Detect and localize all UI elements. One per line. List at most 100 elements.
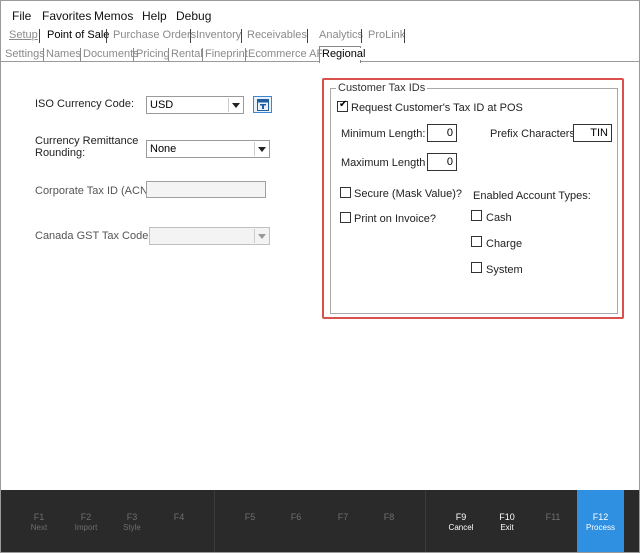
gst-tax-code-label: Canada GST Tax Code: [35,230,152,242]
customer-tax-title: Customer Tax IDs [336,82,428,94]
min-length-input[interactable]: 0 [427,124,457,142]
print-on-invoice-checkbox[interactable] [340,212,351,223]
menu-memos[interactable]: Memos [94,9,133,23]
f8-button[interactable]: F8 [366,490,412,552]
tab-separator [307,29,308,43]
f9-label: Cancel [448,523,474,532]
footer-divider [214,490,215,552]
tab-separator [245,48,246,61]
tab-inventory[interactable]: Inventory [196,29,241,41]
tab-point-of-sale[interactable]: Point of Sale [47,29,109,41]
f12-process-button[interactable]: F12 Process [577,490,624,552]
tab-separator [43,48,44,61]
f3-style-button[interactable]: F3 Style [109,490,155,552]
f5-button[interactable]: F5 [227,490,273,552]
tab-separator [133,48,134,61]
type-charge-label: Charge [486,238,523,250]
tab-prolink[interactable]: ProLink [368,29,405,41]
subtab-pricing[interactable]: Pricing [136,48,170,60]
chevron-down-icon[interactable] [228,98,242,112]
tab-setup[interactable]: Setup [9,29,38,41]
main-tabs: Setup Point of Sale Purchase Orders Inve… [1,29,639,44]
f12-label: Process [586,523,615,532]
f2-import-button[interactable]: F2 Import [63,490,109,552]
tab-separator [241,29,242,43]
f1-key: F1 [33,512,45,522]
f11-key: F11 [545,512,561,522]
tab-separator [168,48,169,61]
tab-separator [202,48,203,61]
type-cash-label: Cash [486,212,512,224]
subtab-settings[interactable]: Settings [5,48,45,60]
chevron-down-icon[interactable] [254,142,268,156]
f4-button[interactable]: F4 [156,490,202,552]
f9-key: F9 [455,512,467,522]
corporate-tax-label: Corporate Tax ID (ACN): [35,185,155,197]
f2-label: Import [74,523,98,532]
tab-separator [106,29,107,43]
gst-tax-code-select[interactable] [149,227,270,245]
sub-tabs: Settings Names Documents Pricing Rental … [1,45,639,63]
tab-receivables[interactable]: Receivables [247,29,307,41]
subtab-fineprint[interactable]: Fineprint [205,48,248,60]
type-cash-checkbox[interactable] [471,210,482,221]
remittance-label-line2: Rounding: [35,147,86,159]
iso-currency-label: ISO Currency Code: [35,98,135,110]
f6-button[interactable]: F6 [273,490,319,552]
print-on-invoice-label: Print on Invoice? [354,213,436,225]
f9-cancel-button[interactable]: F9 Cancel [438,490,484,552]
footer-divider [425,490,426,552]
chevron-down-icon[interactable] [254,229,268,243]
enabled-account-types-label: Enabled Account Types: [473,190,591,202]
f4-key: F4 [173,512,185,522]
tab-separator [190,29,191,43]
lookup-icon [257,99,269,111]
subtab-regional[interactable]: Regional [322,48,366,60]
f7-key: F7 [337,512,349,522]
prefix-characters-input[interactable]: TIN [573,124,612,142]
iso-currency-value: USD [150,99,174,111]
tab-separator [404,29,405,43]
f5-key: F5 [244,512,256,522]
secure-mask-label: Secure (Mask Value)? [354,188,463,200]
f10-label: Exit [500,523,514,532]
type-charge-checkbox[interactable] [471,236,482,247]
max-length-label: Maximum Length [341,157,426,169]
menu-file[interactable]: File [12,9,31,23]
request-tax-id-checkbox[interactable] [337,99,348,112]
remittance-rounding-value: None [150,143,177,155]
f2-key: F2 [80,512,92,522]
f10-key: F10 [499,512,515,522]
iso-currency-select[interactable]: USD [146,96,244,114]
subtab-rental[interactable]: Rental [171,48,203,60]
f12-key: F12 [592,512,609,522]
menu-bar: File Favorites Memos Help Debug [1,1,639,27]
menu-debug[interactable]: Debug [176,9,211,23]
currency-lookup-button[interactable] [253,96,272,113]
type-system-label: System [486,264,523,276]
f8-key: F8 [383,512,395,522]
f1-label: Next [30,523,48,532]
subtab-names[interactable]: Names [46,48,81,60]
remittance-rounding-select[interactable]: None [146,140,270,158]
menu-help[interactable]: Help [142,9,167,23]
corporate-tax-input[interactable] [146,181,266,198]
tab-purchase-orders[interactable]: Purchase Orders [113,29,196,41]
request-tax-id-label: Request Customer's Tax ID at POS [351,102,523,114]
max-length-input[interactable]: 0 [427,153,457,171]
remittance-label-line1: Currency Remittance [35,135,139,147]
menu-favorites[interactable]: Favorites [42,9,91,23]
f6-key: F6 [290,512,302,522]
function-key-bar: F1 Next F2 Import F3 Style F4 F5 F6 F7 F8 F… [1,490,639,552]
tab-analytics[interactable]: Analytics [319,29,363,41]
f3-label: Style [123,523,141,532]
subtab-documents[interactable]: Documents [83,48,139,60]
f7-button[interactable]: F7 [320,490,366,552]
f11-button[interactable]: F11 [530,490,576,552]
type-system-checkbox[interactable] [471,262,482,273]
f1-next-button[interactable]: F1 Next [16,490,62,552]
f10-exit-button[interactable]: F10 Exit [484,490,530,552]
f3-key: F3 [126,512,138,522]
subtab-ecommerce-api[interactable]: Ecommerce API [248,48,327,60]
secure-mask-checkbox[interactable] [340,187,351,198]
